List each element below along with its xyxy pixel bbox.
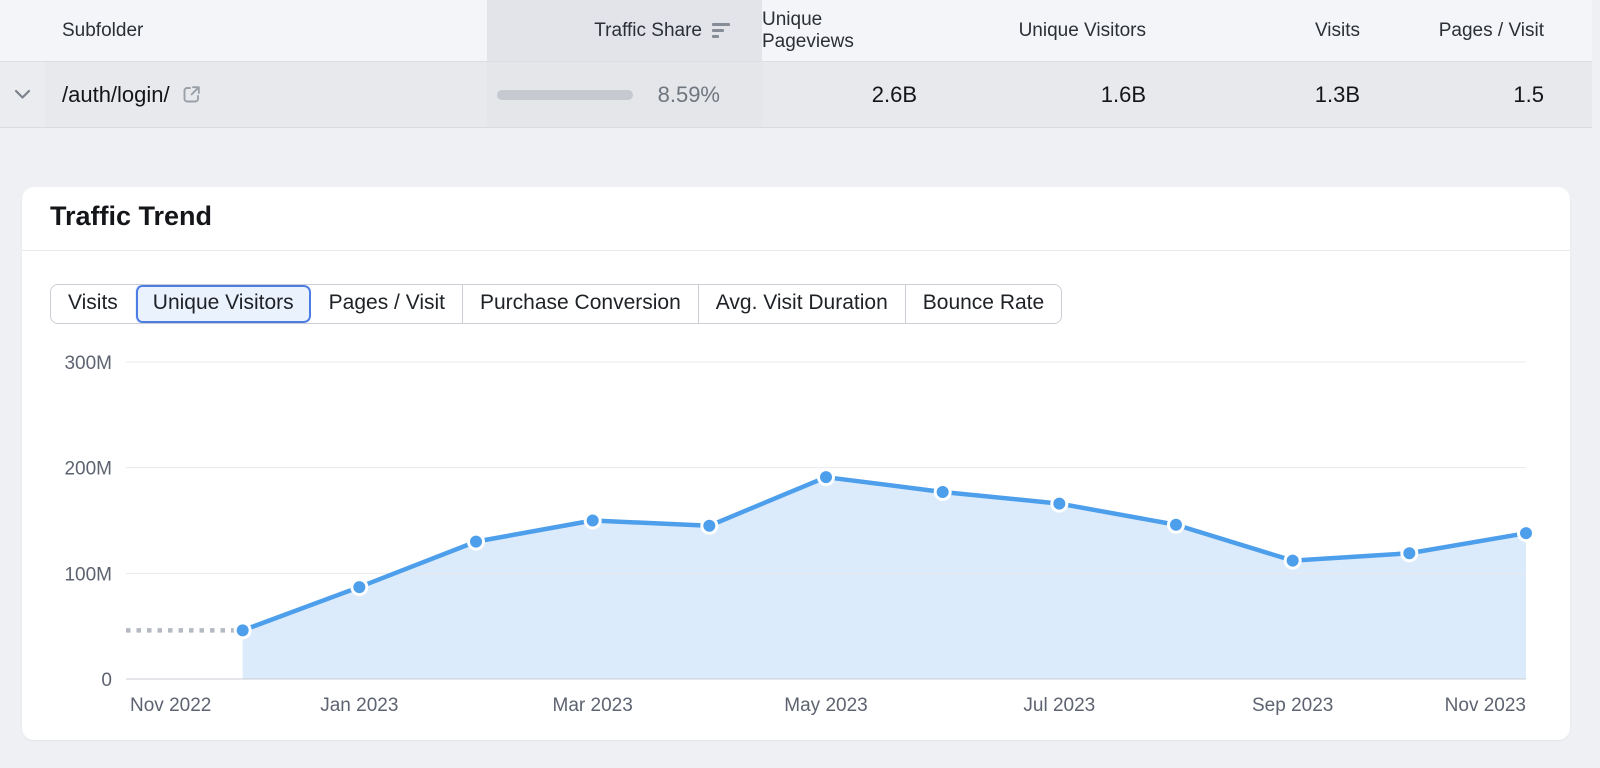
sort-descending-icon xyxy=(712,23,732,38)
x-tick-label: Jan 2023 xyxy=(320,695,398,716)
column-header-label: Subfolder xyxy=(62,19,144,41)
card-title: Traffic Trend xyxy=(50,201,213,231)
pages-per-visit-value: 1.5 xyxy=(1513,81,1544,107)
subfolder-path[interactable]: /auth/login/ xyxy=(62,82,170,108)
trend-chart-area: 0 100M 200M 300M Nov 2022 Jan 2023 Mar 2023 May… xyxy=(22,340,1570,740)
visits-value: 1.3B xyxy=(1314,81,1360,107)
data-point[interactable] xyxy=(1283,551,1302,570)
column-header-label: Traffic Share xyxy=(594,19,702,41)
data-point[interactable] xyxy=(350,578,369,597)
unique-pageviews-value: 2.6B xyxy=(871,81,917,107)
card-divider xyxy=(22,250,1570,251)
data-point[interactable] xyxy=(583,511,602,530)
data-point[interactable] xyxy=(817,468,835,487)
y-tick-label: 0 xyxy=(101,670,112,691)
subfolder-cell: /auth/login/ xyxy=(0,62,487,127)
data-point[interactable] xyxy=(1517,524,1535,543)
column-header-unique-visitors[interactable]: Unique Visitors xyxy=(937,0,1162,61)
x-tick-label: May 2023 xyxy=(784,695,867,716)
column-header-traffic-share[interactable]: Traffic Share xyxy=(487,0,762,61)
trend-chart: 0 100M 200M 300M Nov 2022 Jan 2023 Mar 2023 May… xyxy=(64,353,1535,716)
column-header-label: Unique Pageviews xyxy=(762,8,854,52)
tab-unique-visitors[interactable]: Unique Visitors xyxy=(134,285,311,323)
data-point[interactable] xyxy=(1050,494,1069,513)
unique-visitors-value: 1.6B xyxy=(1100,81,1146,107)
external-link-icon[interactable] xyxy=(180,83,203,106)
data-point[interactable] xyxy=(933,482,952,501)
metric-tabs: Visits Unique Visitors Pages / Visit Pur… xyxy=(50,284,1063,324)
tab-visits[interactable]: Visits xyxy=(51,285,135,323)
x-tick-label: Mar 2023 xyxy=(553,695,633,716)
column-header-pages-per-visit[interactable]: Pages / Visit xyxy=(1380,0,1592,61)
data-point[interactable] xyxy=(1167,515,1185,534)
data-point[interactable] xyxy=(700,516,719,535)
traffic-share-bar-track xyxy=(497,89,633,100)
tab-avg-visit-duration[interactable]: Avg. Visit Duration xyxy=(697,285,905,323)
data-point[interactable] xyxy=(467,532,485,551)
subfolders-table: Subfolder Traffic Share Unique Pageviews… xyxy=(0,0,1592,128)
traffic-share-cell: 8.59% xyxy=(487,62,762,127)
y-tick-label: 300M xyxy=(64,353,112,374)
table-header-row: Subfolder Traffic Share Unique Pageviews… xyxy=(0,0,1592,62)
table-row: /auth/login/ 8.59% 2.6B 1.6B 1.3B 1.5 xyxy=(0,62,1592,128)
y-tick-label: 100M xyxy=(64,564,112,585)
column-header-unique-pageviews[interactable]: Unique Pageviews xyxy=(762,0,937,61)
y-tick-label: 200M xyxy=(64,459,112,480)
x-tick-label: Jul 2023 xyxy=(1023,695,1095,716)
tab-pages-per-visit[interactable]: Pages / Visit xyxy=(310,285,462,323)
chevron-down-icon xyxy=(14,89,31,99)
column-header-subfolder[interactable]: Subfolder xyxy=(0,0,487,61)
column-header-visits[interactable]: Visits xyxy=(1162,0,1380,61)
x-tick-label: Nov 2023 xyxy=(1445,695,1526,716)
data-point[interactable] xyxy=(1400,544,1419,563)
expand-row-button[interactable] xyxy=(0,62,45,127)
x-tick-label: Nov 2022 xyxy=(130,695,211,716)
x-tick-label: Sep 2023 xyxy=(1252,695,1333,716)
tab-purchase-conversion[interactable]: Purchase Conversion xyxy=(462,285,698,323)
data-point[interactable] xyxy=(233,621,252,640)
tab-bounce-rate[interactable]: Bounce Rate xyxy=(904,285,1062,323)
column-header-label: Pages / Visit xyxy=(1438,19,1544,41)
area-fill xyxy=(242,477,1527,679)
column-header-label: Visits xyxy=(1314,19,1360,41)
traffic-share-value: 8.59% xyxy=(657,81,720,107)
traffic-trend-card: Traffic Trend Visits Unique Visitors Pag… xyxy=(22,187,1570,740)
column-header-label: Unique Visitors xyxy=(1018,19,1146,41)
